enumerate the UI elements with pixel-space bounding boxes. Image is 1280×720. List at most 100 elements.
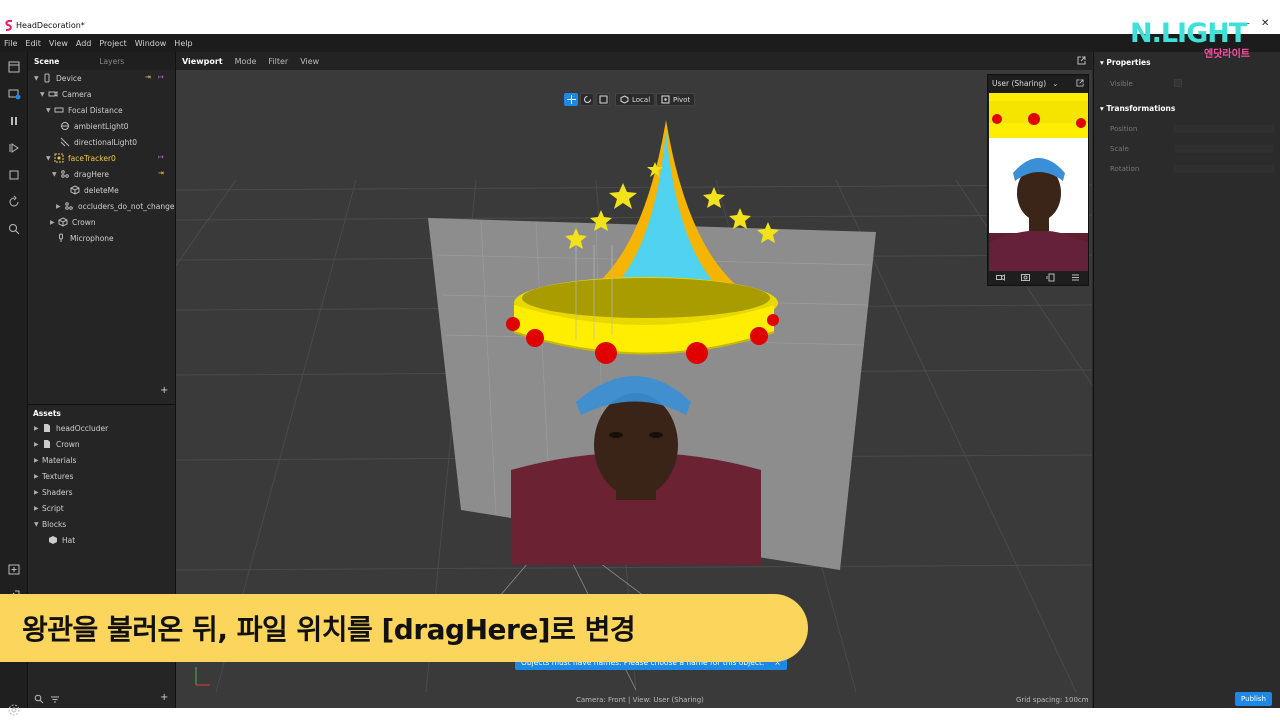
expand-caret-icon[interactable]: ▼	[46, 107, 54, 114]
tree-item-face-tracker[interactable]: ▼ faceTracker0	[46, 150, 116, 166]
tab-viewport[interactable]: Viewport	[182, 57, 223, 66]
pause-icon[interactable]	[7, 114, 21, 128]
refresh-icon[interactable]	[7, 195, 21, 209]
position-label: Position	[1110, 125, 1138, 133]
tree-item-ambient-light[interactable]: ambientLight0	[52, 118, 129, 134]
tree-item-crown[interactable]: ▶ Crown	[50, 214, 96, 230]
pivot-toggle[interactable]: Pivot	[656, 93, 696, 106]
local-toggle[interactable]: Local	[615, 93, 656, 106]
null-object-icon	[61, 170, 69, 178]
pop-out-icon[interactable]	[1076, 79, 1084, 87]
collapse-caret-icon[interactable]: ▶	[56, 203, 64, 210]
visible-label: Visible	[1110, 80, 1133, 88]
collapse-caret-icon[interactable]: ▶	[34, 457, 42, 464]
asset-folder-materials[interactable]: ▶ Materials	[34, 452, 76, 468]
rotation-fields[interactable]	[1174, 165, 1274, 173]
patch-tag-icon[interactable]: ↦	[158, 73, 164, 81]
expand-caret-icon[interactable]: ▼	[46, 155, 54, 162]
tab-scene[interactable]: Scene	[28, 57, 65, 66]
rotate-tool-button[interactable]	[580, 93, 594, 106]
search-icon[interactable]	[7, 222, 21, 236]
asset-item-head-occluder[interactable]: ▶ headOccluder	[34, 420, 108, 436]
tree-item-delete-me[interactable]: deleteMe	[62, 182, 119, 198]
chevron-down-icon[interactable]: ⌄	[1052, 79, 1058, 88]
tab-mode[interactable]: Mode	[235, 57, 257, 66]
move-tool-button[interactable]	[564, 93, 578, 106]
expand-caret-icon[interactable]: ▼	[52, 171, 60, 178]
settings-gear-icon[interactable]	[7, 703, 21, 717]
local-label: Local	[632, 95, 651, 104]
asset-item-hat[interactable]: Hat	[48, 532, 75, 548]
asset-search-icon[interactable]	[34, 694, 44, 704]
video-camera-icon[interactable]	[996, 273, 1005, 282]
add-object-button[interactable]: +	[160, 385, 168, 396]
menu-project[interactable]: Project	[99, 39, 126, 48]
scene-panel-tabs: Scene Layers	[28, 52, 175, 70]
device-phone-icon	[44, 73, 50, 83]
device-preview[interactable]: User (Sharing) ⌄	[987, 74, 1089, 286]
pop-out-icon[interactable]	[1077, 56, 1086, 65]
asset-folder-textures[interactable]: ▶ Textures	[34, 468, 73, 484]
asset-folder-blocks[interactable]: ▼ Blocks	[34, 516, 66, 532]
step-forward-icon[interactable]	[7, 141, 21, 155]
tab-view[interactable]: View	[300, 57, 319, 66]
tree-item-device[interactable]: ▼ Device	[34, 70, 82, 86]
asset-folder-shaders[interactable]: ▶ Shaders	[34, 484, 72, 500]
scale-tool-button[interactable]	[596, 93, 610, 106]
screenshot-icon[interactable]	[1021, 273, 1030, 282]
asset-folder-script[interactable]: ▶ Script	[34, 500, 64, 516]
file-icon	[44, 424, 50, 432]
target-tag-icon[interactable]: ⇥	[158, 169, 164, 177]
menu-add[interactable]: Add	[76, 39, 92, 48]
expand-caret-icon[interactable]: ▼	[34, 521, 42, 528]
camera-preview-icon[interactable]	[7, 87, 21, 101]
caption-text: 왕관을 불러온 뒤, 파일 위치를 [dragHere]로 변경	[22, 613, 636, 646]
menu-icon[interactable]	[1071, 273, 1080, 282]
position-fields[interactable]	[1174, 125, 1274, 133]
menu-edit[interactable]: Edit	[25, 39, 41, 48]
patch-tag-icon[interactable]: ↦	[158, 153, 164, 161]
tab-filter[interactable]: Filter	[268, 57, 288, 66]
stop-icon[interactable]	[7, 168, 21, 182]
collapse-caret-icon[interactable]: ▶	[34, 489, 42, 496]
brand-logo-subtext: 엔닷라이트	[1204, 49, 1250, 60]
asset-item-crown[interactable]: ▶ Crown	[34, 436, 80, 452]
close-window-button[interactable]: ✕	[1261, 18, 1269, 29]
tree-item-focal-distance[interactable]: ▼ Focal Distance	[46, 102, 123, 118]
tree-item-camera[interactable]: ▼ Camera	[40, 86, 91, 102]
menu-file[interactable]: File	[4, 39, 17, 48]
target-tag-icon[interactable]: ⇥	[145, 73, 151, 81]
window-title: HeadDecoration*	[16, 21, 85, 30]
visible-checkbox[interactable]	[1174, 79, 1182, 87]
globe-light-icon	[61, 122, 69, 130]
block-icon	[49, 536, 57, 544]
tree-item-occluders[interactable]: ▶ occluders_do_not_change	[56, 198, 175, 214]
scale-fields[interactable]	[1174, 145, 1274, 153]
rotate-device-icon[interactable]	[1046, 273, 1055, 282]
transformations-header[interactable]: ▾ Transformations	[1100, 104, 1175, 113]
filter-icon[interactable]	[50, 694, 60, 704]
expand-caret-icon[interactable]: ▼	[40, 91, 48, 98]
viewport-tabs: Viewport Mode Filter View	[176, 52, 1092, 70]
collapse-caret-icon[interactable]: ▶	[34, 425, 42, 432]
publish-button[interactable]: Publish	[1235, 692, 1272, 706]
layout-icon[interactable]	[7, 60, 21, 74]
import-icon[interactable]	[7, 562, 21, 576]
preview-device-select[interactable]: User (Sharing)	[992, 79, 1046, 88]
collapse-caret-icon[interactable]: ▶	[34, 505, 42, 512]
collapse-caret-icon[interactable]: ▶	[34, 441, 42, 448]
tree-item-directional-light[interactable]: directionalLight0	[52, 134, 137, 150]
menu-help[interactable]: Help	[174, 39, 192, 48]
expand-caret-icon[interactable]: ▼	[34, 75, 42, 82]
tree-item-microphone[interactable]: Microphone	[48, 230, 114, 246]
tree-item-label: Microphone	[70, 233, 114, 243]
tree-item-drag-here[interactable]: ▼ dragHere	[52, 166, 109, 182]
add-asset-button[interactable]: +	[160, 692, 168, 703]
menu-window[interactable]: Window	[135, 39, 167, 48]
collapse-caret-icon[interactable]: ▶	[34, 473, 42, 480]
tab-layers[interactable]: Layers	[93, 57, 130, 66]
collapse-caret-icon[interactable]: ▶	[50, 219, 58, 226]
asset-item-label: Blocks	[42, 519, 67, 529]
properties-panel: ▾ Properties Visible ▾ Transformations P…	[1093, 52, 1280, 708]
menu-view[interactable]: View	[49, 39, 68, 48]
